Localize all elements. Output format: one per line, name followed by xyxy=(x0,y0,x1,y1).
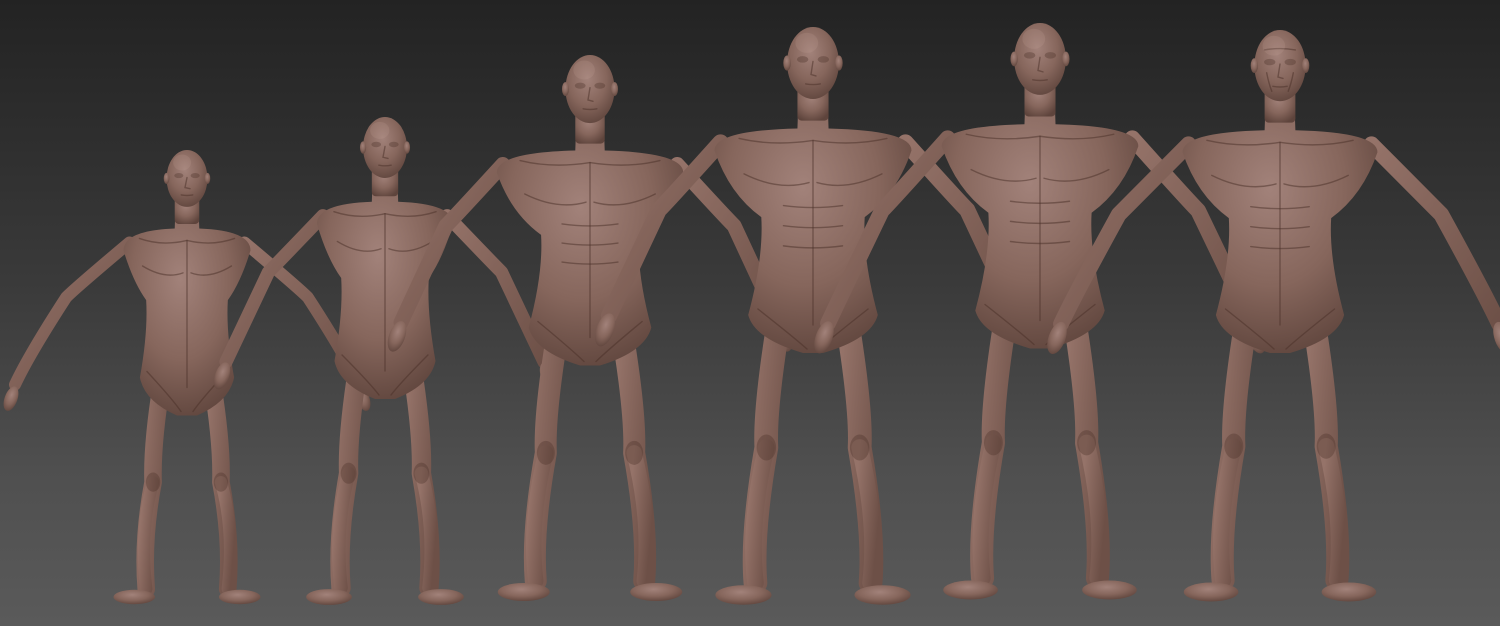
render-viewport xyxy=(0,0,1500,626)
figure-lineup xyxy=(3,23,1500,605)
figure-athletic-adult xyxy=(594,27,1032,605)
figure-elderly-adult xyxy=(1047,30,1500,602)
